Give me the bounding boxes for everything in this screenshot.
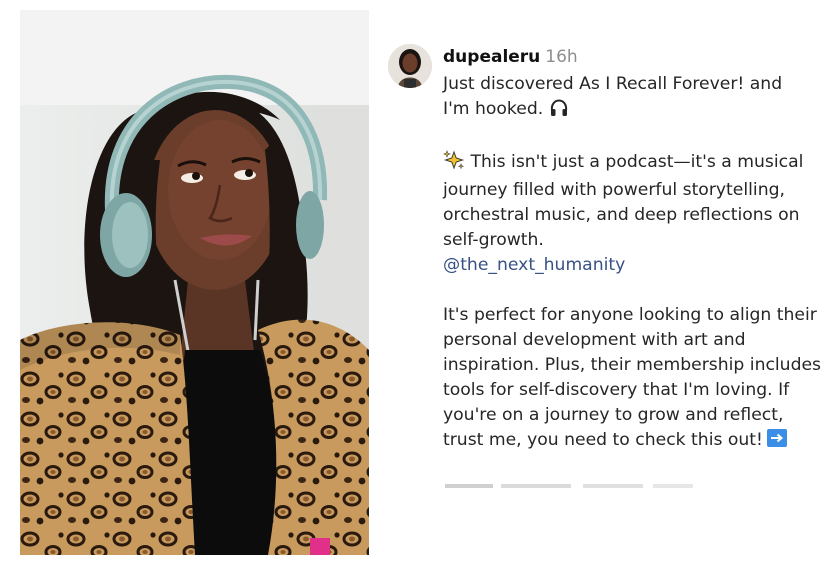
avatar[interactable] [388, 44, 432, 88]
post-time: 16h [545, 47, 578, 67]
post-photo [20, 10, 369, 555]
caption-paragraph-1: Just discovered As I Recall Forever! and… [443, 72, 828, 125]
caption-paragraph-2: This isn't just a podcast—it's a musical… [443, 150, 828, 278]
woman-with-headphones-image [20, 10, 369, 555]
sparkles-icon [443, 150, 465, 178]
caption-paragraph-3-text: It's perfect for anyone looking to align… [443, 305, 822, 450]
caption-line-2: I'm hooked. [443, 99, 544, 119]
right-arrow-icon [766, 429, 787, 447]
post-header: dupealeru 16h [443, 46, 578, 68]
caption-paragraph-3: It's perfect for anyone looking to align… [443, 303, 828, 453]
avatar-image [388, 44, 432, 88]
username[interactable]: dupealeru [443, 47, 540, 67]
mention-link[interactable]: @the_next_humanity [443, 255, 625, 275]
truncated-text-fade [443, 481, 773, 495]
headphones-icon [549, 99, 569, 125]
caption-line-1: Just discovered As I Recall Forever! and [443, 74, 783, 94]
caption-text: Just discovered As I Recall Forever! and… [443, 72, 828, 453]
caption-paragraph-2-text: This isn't just a podcast—it's a musical… [443, 152, 804, 250]
